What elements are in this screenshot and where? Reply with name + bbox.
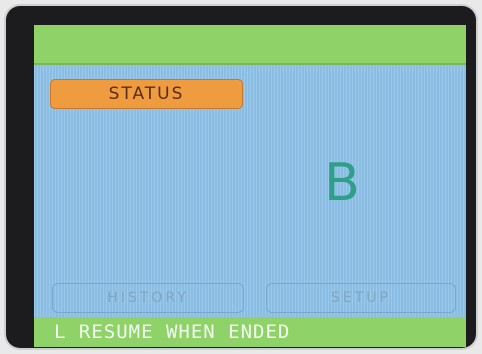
bottom-message-text: L RESUME WHEN ENDED — [54, 321, 291, 343]
lcd-screen: STATUS B HISTORY SETUP L RESUME WHEN END… — [34, 25, 466, 347]
setup-button-label: SETUP — [331, 290, 391, 306]
device-bezel: STATUS B HISTORY SETUP L RESUME WHEN END… — [6, 6, 476, 348]
status-button[interactable]: STATUS — [50, 79, 243, 109]
top-status-bar — [34, 25, 466, 65]
display-letter: B — [324, 153, 360, 213]
history-button[interactable]: HISTORY — [52, 283, 244, 313]
bottom-message-bar: L RESUME WHEN ENDED — [34, 317, 466, 347]
history-button-label: HISTORY — [107, 290, 189, 306]
setup-button[interactable]: SETUP — [266, 283, 456, 313]
status-button-label: STATUS — [108, 84, 185, 104]
